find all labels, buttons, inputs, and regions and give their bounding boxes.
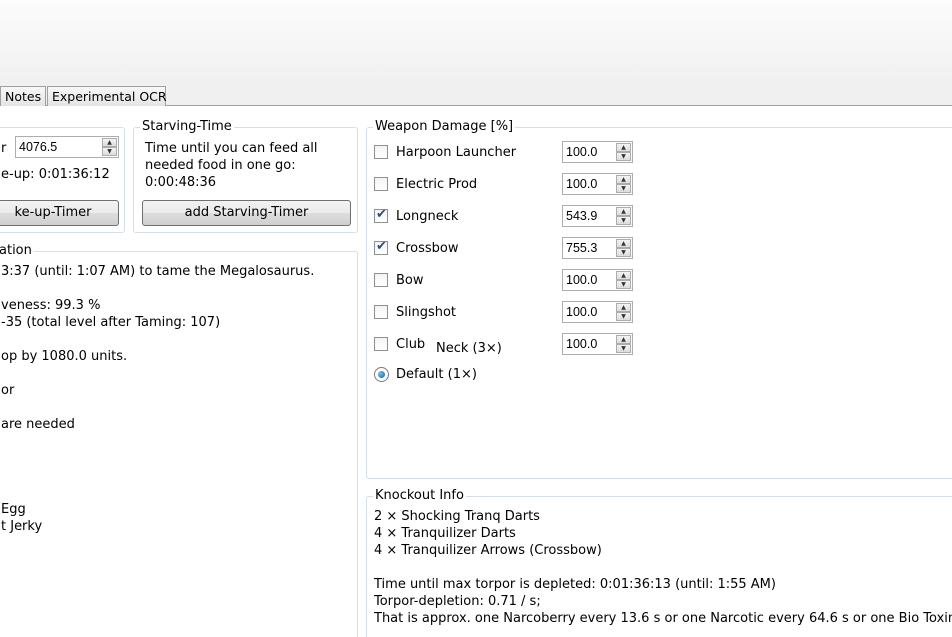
weapon-damage-value: 543.9: [566, 209, 598, 223]
weapon-name: Harpoon Launcher: [396, 145, 517, 160]
wakeup-group: r 4076.5 ▲ ▼ e-up: 0:01:36:12 ke-up-Time…: [0, 127, 125, 233]
weapon-damage-stepper[interactable]: 755.3 ▲ ▼: [562, 237, 633, 259]
tab-content: r 4076.5 ▲ ▼ e-up: 0:01:36:12 ke-up-Time…: [0, 106, 952, 637]
starving-time-value: 0:00:48:36: [145, 175, 217, 190]
weapon-damage-stepper[interactable]: 100.0 ▲ ▼: [562, 269, 633, 291]
weapon-name: Slingshot: [396, 305, 457, 320]
tab-experimental-ocr[interactable]: Experimental OCR: [47, 86, 167, 106]
stepper-down-icon[interactable]: ▼: [616, 248, 631, 257]
tab-experimental-ocr-label: Experimental OCR: [52, 89, 167, 104]
weapon-name: Electric Prod: [396, 177, 478, 192]
taming-info-line: Egg: [1, 502, 26, 517]
checkmark-icon: ✔: [376, 239, 387, 254]
stepper-down-icon[interactable]: ▼: [102, 147, 117, 156]
weapon-checkbox[interactable]: [374, 337, 388, 351]
default-multiplier-label: Default (1×): [396, 367, 477, 382]
weapon-damage-value: 755.3: [566, 241, 598, 255]
weapon-checkbox[interactable]: [374, 145, 388, 159]
starving-time-group: Starving-Time Time until you can feed al…: [133, 119, 358, 233]
tab-notes-label: Notes: [5, 89, 42, 104]
taming-info-line: or: [1, 383, 15, 398]
wakeup-time-text: e-up: 0:01:36:12: [1, 167, 110, 182]
weapon-checkbox[interactable]: [374, 177, 388, 191]
weapon-name: Longneck: [396, 209, 459, 224]
weapon-damage-value: 100.0: [566, 177, 598, 191]
knockout-info-line: That is approx. one Narcoberry every 13.…: [374, 611, 952, 626]
taming-info-line: t Jerky: [1, 519, 43, 534]
tab-notes[interactable]: Notes: [0, 86, 46, 106]
weapon-damage-stepper[interactable]: 100.0 ▲ ▼: [562, 333, 633, 355]
weapon-overlap-text: Neck (3×): [436, 341, 502, 356]
taming-info-line: -35 (total level after Taming: 107): [1, 315, 221, 330]
starving-time-title: Starving-Time: [140, 119, 234, 135]
weapon-damage-value: 100.0: [566, 305, 598, 319]
torpor-value: 4076.5: [19, 140, 58, 154]
stepper-up-icon[interactable]: ▲: [616, 303, 631, 312]
starving-line-1: Time until you can feed all: [145, 141, 318, 156]
knockout-info-title: Knockout Info: [373, 488, 466, 504]
weapon-damage-value: 100.0: [566, 273, 598, 287]
add-starving-timer-button[interactable]: add Starving-Timer: [142, 200, 351, 226]
starving-line-2: needed food in one go:: [145, 158, 296, 173]
weapon-damage-value: 100.0: [566, 337, 598, 351]
radio-selected-icon: [378, 371, 385, 378]
weapon-damage-stepper[interactable]: 100.0 ▲ ▼: [562, 301, 633, 323]
weapon-damage-value: 100.0: [566, 145, 598, 159]
weapon-damage-stepper[interactable]: 100.0 ▲ ▼: [562, 173, 633, 195]
weapon-damage-group: Weapon Damage [%] Harpoon Launcher 100.0 ▲…: [366, 119, 952, 479]
weapon-checkbox[interactable]: ✔: [374, 207, 388, 223]
window-header-area: [0, 0, 952, 86]
stepper-down-icon[interactable]: ▼: [616, 216, 631, 225]
taming-info-line: veness: 99.3 %: [1, 298, 101, 313]
knockout-info-line: 4 × Tranquilizer Darts: [374, 526, 516, 541]
taming-info-line: are needed: [1, 417, 75, 432]
checkmark-icon: ✔: [376, 207, 387, 222]
weapon-name: Bow: [396, 273, 424, 288]
torpor-value-stepper[interactable]: 4076.5 ▲ ▼: [15, 136, 119, 158]
stepper-down-icon[interactable]: ▼: [616, 312, 631, 321]
stepper-down-icon[interactable]: ▼: [616, 280, 631, 289]
stepper-down-icon[interactable]: ▼: [616, 344, 631, 353]
stepper-up-icon[interactable]: ▲: [102, 138, 117, 147]
weapon-damage-stepper[interactable]: 543.9 ▲ ▼: [562, 205, 633, 227]
weapon-checkbox[interactable]: ✔: [374, 239, 388, 255]
stepper-down-icon[interactable]: ▼: [616, 152, 631, 161]
stepper-up-icon[interactable]: ▲: [616, 335, 631, 344]
stepper-up-icon[interactable]: ▲: [616, 271, 631, 280]
stepper-up-icon[interactable]: ▲: [616, 239, 631, 248]
weapon-name: Club: [396, 337, 426, 352]
knockout-info-line: Time until max torpor is depleted: 0:01:…: [374, 577, 776, 592]
weapon-checkbox[interactable]: [374, 305, 388, 319]
weapon-name: Crossbow: [396, 241, 459, 256]
taming-info-group: ation 3:37 (until: 1:07 AM) to tame the …: [0, 243, 358, 637]
stepper-up-icon[interactable]: ▲: [616, 207, 631, 216]
taming-info-title: ation: [0, 243, 34, 259]
knockout-info-line: Torpor-depletion: 0.71 / s;: [374, 594, 541, 609]
stepper-down-icon[interactable]: ▼: [616, 184, 631, 193]
weapon-damage-title: Weapon Damage [%]: [373, 119, 516, 135]
weapon-checkbox[interactable]: [374, 273, 388, 287]
tab-strip: Notes Experimental OCR: [0, 86, 952, 106]
wakeup-label-fragment: r: [1, 141, 7, 156]
weapon-damage-stepper[interactable]: 100.0 ▲ ▼: [562, 141, 633, 163]
stepper-up-icon[interactable]: ▲: [616, 143, 631, 152]
knockout-info-line: 4 × Tranquilizer Arrows (Crossbow): [374, 543, 602, 558]
taming-info-line: op by 1080.0 units.: [1, 349, 128, 364]
taming-info-line: 3:37 (until: 1:07 AM) to tame the Megalo…: [1, 264, 315, 279]
stepper-up-icon[interactable]: ▲: [616, 175, 631, 184]
knockout-info-line: 2 × Shocking Tranq Darts: [374, 509, 540, 524]
default-multiplier-radio[interactable]: [374, 367, 389, 382]
add-wakeup-timer-button[interactable]: ke-up-Timer: [0, 200, 119, 226]
knockout-info-group: Knockout Info 2 × Shocking Tranq Darts 4 …: [366, 488, 952, 637]
